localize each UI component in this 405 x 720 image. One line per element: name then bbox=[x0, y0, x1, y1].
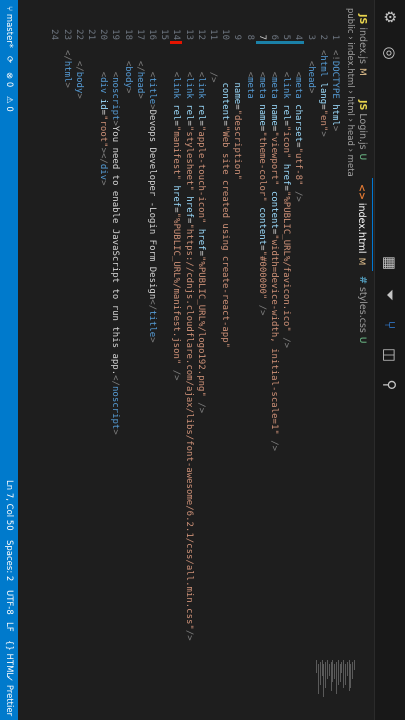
line-number: 22 bbox=[73, 29, 84, 40]
line-number: 1 bbox=[330, 34, 340, 40]
file-type-icon: JS bbox=[357, 14, 368, 25]
code-line[interactable]: </head> bbox=[134, 50, 146, 99]
sync-status[interactable]: ⟳ bbox=[0, 56, 18, 63]
line-number: 16 bbox=[147, 29, 157, 40]
code-line[interactable]: content="Web site created using create-r… bbox=[219, 50, 231, 349]
line-number: 20 bbox=[98, 29, 109, 40]
line-number: 12 bbox=[195, 29, 206, 40]
line-number: 14 bbox=[171, 29, 182, 40]
line-number: 8 bbox=[244, 34, 255, 40]
status-bar: ⑂ master* ⟳ ⊗ 0 ⚠ 0 Ln 7, Col 50 Spaces:… bbox=[0, 0, 18, 720]
tab-label: index.html bbox=[356, 202, 367, 254]
tab-status-badge: M bbox=[356, 257, 366, 266]
copilot-icon[interactable]: ◎ bbox=[381, 44, 399, 62]
line-number: 13 bbox=[183, 29, 194, 40]
branch-icon: ⑂ bbox=[4, 6, 14, 12]
line-number: 3 bbox=[305, 34, 316, 40]
tab-status-badge: U bbox=[357, 336, 367, 344]
git-change-marker bbox=[255, 41, 268, 44]
line-number: 10 bbox=[220, 29, 231, 40]
code-line[interactable]: <link rel="icon" href="%PUBLIC_URL%/favi… bbox=[280, 50, 292, 348]
line-number: 17 bbox=[134, 29, 145, 40]
code-line[interactable]: <html lang="en"> bbox=[317, 50, 329, 137]
git-change-marker bbox=[268, 41, 280, 44]
line-number: 9 bbox=[232, 34, 243, 40]
line-number: 7 bbox=[256, 34, 267, 40]
search-icon[interactable]: ⚲ bbox=[381, 376, 399, 394]
line-ending[interactable]: LF bbox=[0, 622, 18, 632]
gear-icon[interactable]: ⚙ bbox=[381, 8, 399, 26]
code-line[interactable]: <meta name="theme-color" content="#00000… bbox=[256, 50, 268, 316]
tab-status-badge: U bbox=[357, 153, 367, 161]
code-line[interactable]: <title>Devops Developer -Login Form Desi… bbox=[146, 50, 158, 343]
warning-count[interactable]: ⚠ 0 bbox=[0, 96, 18, 112]
line-number: 23 bbox=[61, 29, 72, 40]
file-type-icon: <> bbox=[356, 184, 367, 200]
git-change-marker bbox=[292, 41, 305, 44]
source-control-icon[interactable]: ⑂ bbox=[381, 316, 399, 334]
error-count[interactable]: ⊗ 0 bbox=[0, 72, 18, 87]
code-line[interactable]: /> bbox=[207, 50, 219, 83]
line-number: 21 bbox=[86, 29, 96, 40]
encoding[interactable]: UTF-8 bbox=[0, 590, 18, 615]
language-mode[interactable]: {} HTML bbox=[0, 640, 18, 677]
minimap-line bbox=[341, 662, 343, 673]
cursor-position[interactable]: Ln 7, Col 50 bbox=[0, 480, 18, 531]
code-line[interactable]: <meta charset="utf-8" /> bbox=[292, 50, 304, 202]
code-line[interactable]: <head> bbox=[305, 50, 317, 94]
line-number: 18 bbox=[122, 29, 133, 40]
code-line[interactable]: <link rel="apple-touch-icon" href="%PUBL… bbox=[195, 50, 207, 413]
code-line[interactable]: <noscript>You need to enable JavaScript … bbox=[109, 50, 121, 435]
code-line[interactable]: <body> bbox=[122, 50, 134, 94]
file-type-icon: # bbox=[357, 276, 368, 284]
minimap-line bbox=[345, 664, 346, 685]
git-change-marker bbox=[280, 41, 293, 44]
minimap-line bbox=[350, 664, 352, 688]
code-line[interactable]: <meta bbox=[244, 50, 256, 99]
line-number: 19 bbox=[110, 29, 121, 40]
code-line[interactable]: <meta name="viewport" content="width=dev… bbox=[268, 50, 280, 451]
line-number: 6 bbox=[269, 34, 279, 40]
minimap-line bbox=[343, 660, 345, 688]
tab-index-html[interactable]: <> index.html M bbox=[350, 178, 373, 272]
code-line[interactable]: <div id="root"></div> bbox=[97, 50, 109, 186]
minimap-line bbox=[354, 660, 355, 670]
editor-window: ⚙ ◎ ▦ ⏷ ⑂ ◫ ⚲ JS index.js M JS Login.js U <> in… bbox=[0, 0, 405, 720]
code-line[interactable]: <link rel="manifest" href="%PUBLIC_URL%/… bbox=[170, 50, 182, 381]
line-number: 5 bbox=[281, 34, 292, 40]
tab-label: Login.js bbox=[357, 113, 368, 150]
line-number: 2 bbox=[317, 34, 328, 40]
code-line[interactable]: </body> bbox=[73, 50, 85, 99]
code-editor[interactable]: 1 2 3 4 5 6 7 8 9 10 11 12 13 14 15 16 17 18 19 20 21 22 23 24 … bbox=[18, 0, 341, 720]
branch-status[interactable]: ⑂ master* bbox=[0, 6, 18, 48]
file-type-icon: JS bbox=[357, 100, 368, 111]
code-line[interactable]: <!DOCTYPE html> bbox=[329, 50, 341, 131]
git-change-marker bbox=[170, 41, 183, 44]
split-editor-icon[interactable]: ◫ bbox=[381, 346, 399, 364]
code-line[interactable]: name="description" bbox=[231, 50, 243, 181]
line-number: 24 bbox=[49, 29, 60, 40]
tab-label: styles.css bbox=[357, 286, 368, 333]
minimap-line bbox=[346, 662, 348, 676]
tab-label: index.js bbox=[357, 27, 368, 64]
line-number: 4 bbox=[293, 34, 304, 40]
code-line[interactable]: <link rel="stylesheet" href="https://cdn… bbox=[183, 50, 195, 641]
filter-icon[interactable]: ⏷ bbox=[381, 286, 399, 304]
breadcrumb: public › index.html › html › head › meta bbox=[345, 8, 355, 177]
minimap-line bbox=[352, 662, 354, 679]
line-number: 11 bbox=[208, 29, 218, 40]
prettier-status[interactable]: ✓ Prettier bbox=[0, 675, 18, 716]
minimap-line bbox=[348, 660, 350, 691]
tab-styles-css[interactable]: # styles.css U bbox=[351, 270, 373, 349]
tab-status-badge: M bbox=[357, 68, 367, 76]
indent-spaces[interactable]: Spaces: 2 bbox=[0, 540, 18, 581]
code-line[interactable]: </html> bbox=[61, 50, 73, 88]
title-bar: ⚙ ◎ ▦ ⏷ ⑂ ◫ ⚲ bbox=[374, 0, 405, 720]
line-number: 15 bbox=[159, 29, 170, 40]
layout-icon[interactable]: ▦ bbox=[381, 254, 399, 272]
